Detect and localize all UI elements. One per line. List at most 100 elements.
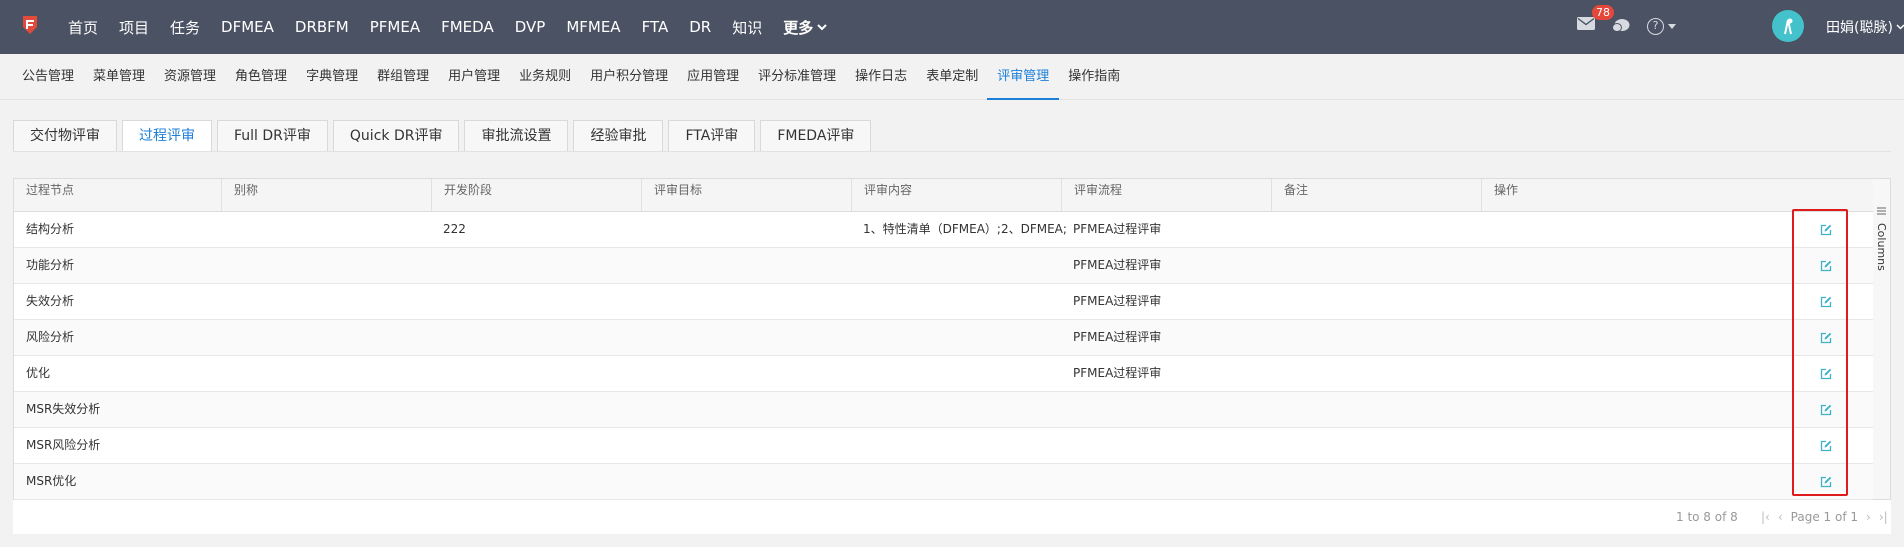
subnav-item-6[interactable]: 用户管理 bbox=[448, 54, 500, 100]
main-nav: 首页 项目 任务 DFMEA DRBFM PFMEA FMEDA DVP MFMEA FTA DR 知… bbox=[68, 0, 848, 54]
edit-icon[interactable] bbox=[1820, 224, 1832, 236]
subnav-item-8[interactable]: 用户积分管理 bbox=[590, 54, 668, 100]
nav-item-10[interactable]: DR bbox=[689, 18, 711, 36]
subnav-item-7[interactable]: 业务规则 bbox=[519, 54, 571, 100]
cell-content: 1、特性清单（DFMEA）;2、DFMEA; bbox=[863, 222, 1067, 236]
last-page-icon[interactable]: ›| bbox=[1879, 510, 1888, 524]
table-row[interactable]: 优化 PFMEA过程评审 bbox=[14, 356, 1873, 392]
nav-item-more[interactable]: 更多 bbox=[783, 17, 827, 38]
column-header-1[interactable]: 别称 bbox=[221, 179, 258, 211]
cell-stage bbox=[431, 248, 443, 283]
tab-1[interactable]: 过程评审 bbox=[122, 120, 212, 152]
tab-7[interactable]: FMEDA评审 bbox=[760, 120, 872, 152]
subnav-item-11[interactable]: 操作日志 bbox=[855, 54, 907, 100]
subnav-item-1[interactable]: 菜单管理 bbox=[93, 54, 145, 100]
cell-stage bbox=[431, 428, 443, 463]
cell-stage bbox=[431, 464, 443, 499]
table-row[interactable]: MSR优化 bbox=[14, 464, 1873, 500]
cell-flow: PFMEA过程评审 bbox=[1073, 258, 1162, 272]
column-header-2[interactable]: 开发阶段 bbox=[431, 179, 492, 211]
page-indicator: Page 1 of 1 bbox=[1790, 510, 1858, 524]
edit-icon[interactable] bbox=[1820, 476, 1832, 488]
cell-remark bbox=[1271, 356, 1283, 391]
chevron-down-icon bbox=[817, 23, 827, 30]
pager: |‹ ‹ Page 1 of 1 › ›| bbox=[1761, 510, 1896, 524]
nav-item-5[interactable]: PFMEA bbox=[370, 18, 420, 36]
table-row[interactable]: MSR风险分析 bbox=[14, 428, 1873, 464]
chat-icon[interactable] bbox=[1612, 18, 1630, 34]
cell-remark bbox=[1271, 212, 1283, 247]
cell-goal bbox=[641, 212, 653, 247]
cell-flow: PFMEA过程评审 bbox=[1073, 366, 1162, 380]
cell-goal bbox=[641, 248, 653, 283]
nav-item-11[interactable]: 知识 bbox=[732, 17, 762, 38]
tab-4[interactable]: 审批流设置 bbox=[464, 120, 569, 152]
edit-icon[interactable] bbox=[1820, 260, 1832, 272]
cell-content bbox=[851, 248, 863, 283]
subnav-item-12[interactable]: 表单定制 bbox=[926, 54, 978, 100]
table-row[interactable]: 风险分析 PFMEA过程评审 bbox=[14, 320, 1873, 356]
help-menu[interactable]: ? bbox=[1647, 18, 1676, 35]
cell-content bbox=[851, 464, 863, 499]
subnav-item-2[interactable]: 资源管理 bbox=[164, 54, 216, 100]
first-page-icon[interactable]: |‹ bbox=[1761, 510, 1770, 524]
cell-node: MSR失效分析 bbox=[26, 402, 101, 416]
tab-2[interactable]: Full DR评审 bbox=[217, 120, 328, 152]
tab-0[interactable]: 交付物评审 bbox=[13, 120, 117, 152]
cell-node: MSR风险分析 bbox=[26, 438, 101, 452]
more-label: 更多 bbox=[783, 18, 814, 37]
next-page-icon[interactable]: › bbox=[1866, 510, 1871, 524]
nav-item-3[interactable]: DFMEA bbox=[221, 18, 274, 36]
column-header-3[interactable]: 评审目标 bbox=[641, 179, 702, 211]
nav-item-4[interactable]: DRBFM bbox=[295, 18, 349, 36]
nav-item-8[interactable]: MFMEA bbox=[566, 18, 620, 36]
nav-item-0[interactable]: 首页 bbox=[68, 17, 98, 38]
prev-page-icon[interactable]: ‹ bbox=[1778, 510, 1783, 524]
table-row[interactable]: MSR失效分析 bbox=[14, 392, 1873, 428]
subnav-item-5[interactable]: 群组管理 bbox=[377, 54, 429, 100]
column-header-4[interactable]: 评审内容 bbox=[851, 179, 912, 211]
nav-item-6[interactable]: FMEDA bbox=[441, 18, 494, 36]
edit-icon[interactable] bbox=[1820, 296, 1832, 308]
subnav-item-0[interactable]: 公告管理 bbox=[22, 54, 74, 100]
table-row[interactable]: 功能分析 PFMEA过程评审 bbox=[14, 248, 1873, 284]
edit-icon[interactable] bbox=[1820, 404, 1832, 416]
column-header-5[interactable]: 评审流程 bbox=[1061, 179, 1122, 211]
tab-5[interactable]: 经验审批 bbox=[573, 120, 664, 152]
column-header-7[interactable]: 操作 bbox=[1481, 179, 1518, 211]
app-logo[interactable] bbox=[22, 15, 38, 35]
subnav-item-9[interactable]: 应用管理 bbox=[687, 54, 739, 100]
cell-alias bbox=[221, 428, 233, 463]
columns-panel-toggle[interactable]: Columns bbox=[1873, 178, 1891, 500]
caret-down-icon bbox=[1668, 24, 1676, 29]
cell-alias bbox=[221, 464, 233, 499]
edit-icon[interactable] bbox=[1820, 368, 1832, 380]
cell-content bbox=[851, 428, 863, 463]
cell-node: MSR优化 bbox=[26, 474, 77, 488]
nav-item-9[interactable]: FTA bbox=[642, 18, 669, 36]
nav-item-2[interactable]: 任务 bbox=[170, 17, 200, 38]
edit-icon[interactable] bbox=[1820, 332, 1832, 344]
nav-item-7[interactable]: DVP bbox=[515, 18, 546, 36]
column-header-0[interactable]: 过程节点 bbox=[14, 179, 74, 211]
user-menu[interactable]: 田娟(聪脉) bbox=[1826, 17, 1904, 37]
table-row[interactable]: 结构分析 222 1、特性清单（DFMEA）;2、DFMEA; PFMEA过程评审 bbox=[14, 212, 1873, 248]
subnav-item-10[interactable]: 评分标准管理 bbox=[758, 54, 836, 100]
subnav-item-13[interactable]: 评审管理 bbox=[987, 54, 1060, 100]
cell-alias bbox=[221, 248, 233, 283]
tab-6[interactable]: FTA评审 bbox=[668, 120, 756, 152]
cell-remark bbox=[1271, 284, 1283, 319]
tab-3[interactable]: Quick DR评审 bbox=[332, 120, 460, 152]
avatar[interactable] bbox=[1772, 10, 1804, 42]
nav-item-1[interactable]: 项目 bbox=[119, 17, 149, 38]
cell-goal bbox=[641, 428, 653, 463]
mail-icon[interactable] bbox=[1577, 17, 1595, 30]
cell-goal bbox=[641, 464, 653, 499]
subnav-item-4[interactable]: 字典管理 bbox=[306, 54, 358, 100]
cell-stage bbox=[431, 392, 443, 427]
subnav-item-3[interactable]: 角色管理 bbox=[235, 54, 287, 100]
subnav-item-14[interactable]: 操作指南 bbox=[1068, 54, 1120, 100]
column-header-6[interactable]: 备注 bbox=[1271, 179, 1308, 211]
table-row[interactable]: 失效分析 PFMEA过程评审 bbox=[14, 284, 1873, 320]
edit-icon[interactable] bbox=[1820, 440, 1832, 452]
